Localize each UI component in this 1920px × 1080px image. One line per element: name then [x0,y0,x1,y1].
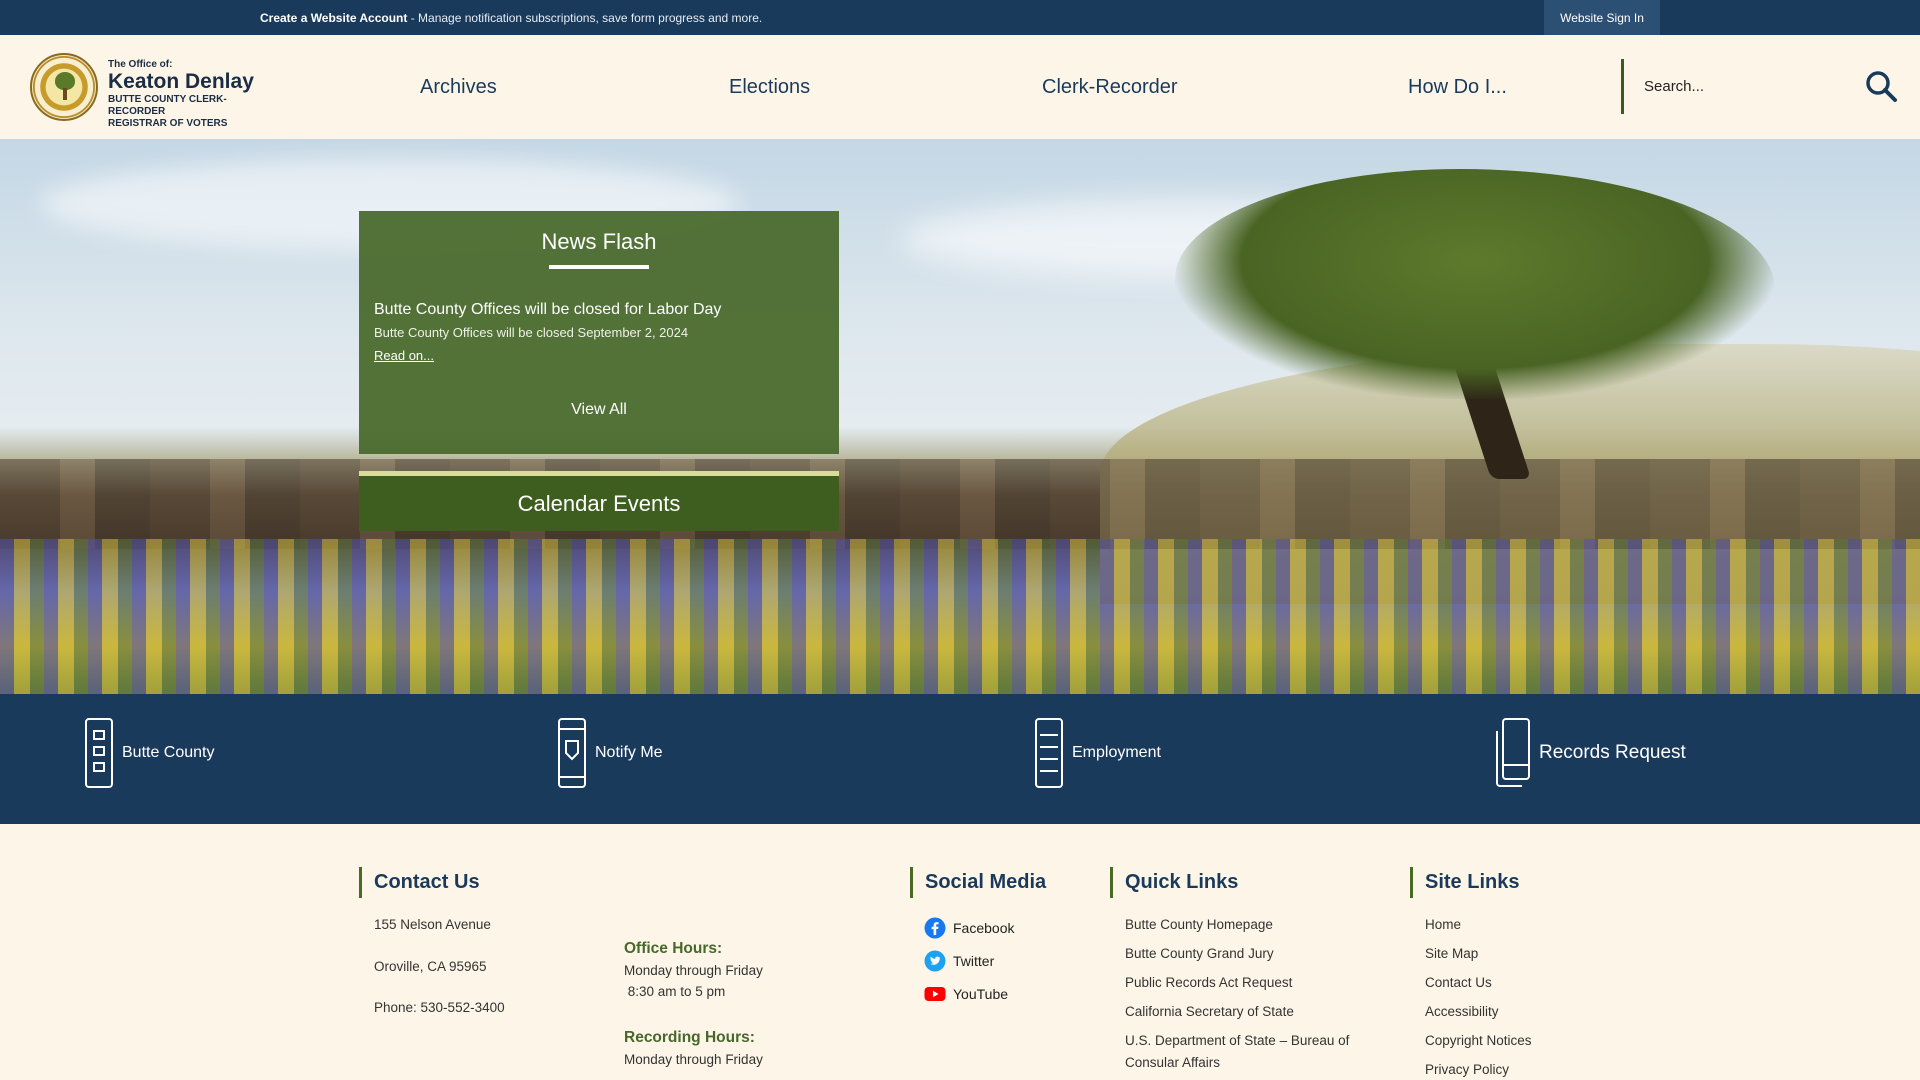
office-hours-days: Monday through Friday [624,963,763,978]
county-seal-icon [30,53,98,121]
office-hours-title: Office Hours: [624,940,723,957]
news-view-all-link[interactable]: View All [359,401,839,419]
nav-label: How Do I... [1408,75,1507,98]
nav-archives[interactable]: Archives [420,35,497,139]
create-account-notice: Create a Website Account - Manage notifi… [260,11,762,25]
footer-site-link[interactable]: Site Map [1425,946,1478,961]
hero-tree-canopy [1175,169,1775,399]
news-flash-title: News Flash [541,229,657,254]
contact-address-line2: Oroville, CA 95965 [374,959,487,974]
contact-phone: Phone: 530-552-3400 [374,1000,505,1015]
nav-clerk-recorder[interactable]: Clerk-Recorder [1042,35,1178,139]
footer-quick-link[interactable]: Butte County Grand Jury [1125,946,1274,961]
recording-hours-days: Monday through Friday [624,1052,763,1067]
social-twitter-link[interactable]: Twitter [924,950,994,972]
quick-link-label: Notify Me [595,744,663,761]
nav-label: Archives [420,75,497,98]
news-flash-panel: News Flash Butte County Offices will be … [359,211,839,454]
footer-quick-link[interactable]: U.S. Department of State – Bureau of [1125,1033,1349,1048]
footer-contact-heading: Contact Us [359,867,539,898]
footer-site-link[interactable]: Privacy Policy [1425,1062,1509,1077]
nav-elections[interactable]: Elections [729,35,810,139]
logo-name: Keaton Denlay [108,70,254,93]
create-account-description: - Manage notification subscriptions, sav… [407,11,763,25]
calendar-events-title: Calendar Events [517,491,681,516]
news-read-on-link[interactable]: Read on... [374,348,434,363]
records-icon [1496,718,1530,787]
quick-link-label: Employment [1072,744,1161,761]
search-box [1621,59,1905,114]
footer-quick-link[interactable]: Public Records Act Request [1125,975,1292,990]
calendar-events-panel[interactable]: Calendar Events [359,471,839,531]
quick-link-label: Butte County [122,744,215,761]
quick-links-bar: Butte County Notify Me Employment Record… [0,694,1920,824]
building-icon [85,718,113,788]
logo-office-of: The Office of: [108,59,173,70]
twitter-icon [924,950,946,972]
recording-hours-title: Recording Hours: [624,1029,755,1046]
social-label: YouTube [953,986,1009,1002]
logo-text: The Office of: Keaton Denlay BUTTE COUNT… [108,59,280,130]
social-label: Facebook [953,920,1015,936]
nav-how-do-i[interactable]: How Do I... [1408,35,1507,139]
news-summary: Butte County Offices will be closed Sept… [374,325,689,340]
logo-registrar: REGISTRAR OF VOTERS [108,118,228,129]
news-headline-link[interactable]: Butte County Offices will be closed for … [374,301,721,319]
quick-link-employment[interactable]: Employment [1034,716,1161,790]
footer-quick-link[interactable]: Butte County Homepage [1125,917,1273,932]
search-button[interactable] [1864,69,1898,103]
footer-quick-link[interactable]: Consular Affairs [1125,1055,1220,1070]
hero-rocks [0,459,1920,549]
footer-site-link[interactable]: Contact Us [1425,975,1492,990]
footer-site-link[interactable]: Copyright Notices [1425,1033,1532,1048]
logo-department: BUTTE COUNTY CLERK-RECORDER [108,94,227,117]
facebook-icon [924,917,946,939]
contact-address-line1: 155 Nelson Avenue [374,917,491,932]
site-logo[interactable]: The Office of: Keaton Denlay BUTTE COUNT… [30,51,280,129]
footer-social-heading: Social Media [910,867,1090,898]
quick-link-label: Records Request [1539,742,1686,763]
search-input[interactable] [1644,71,1844,101]
quick-link-butte-county[interactable]: Butte County [84,716,215,790]
footer-quick-links-heading: Quick Links [1110,867,1330,898]
social-label: Twitter [953,953,995,969]
site-footer: Contact Us 155 Nelson Avenue Oroville, C… [0,824,1920,1080]
website-sign-in-button[interactable]: Website Sign In [1544,0,1660,35]
footer-site-link[interactable]: Accessibility [1425,1004,1499,1019]
office-hours-time: 8:30 am to 5 pm [624,984,726,999]
top-bar: Create a Website Account - Manage notifi… [0,0,1920,35]
create-account-link[interactable]: Create a Website Account [260,11,407,25]
social-facebook-link[interactable]: Facebook [924,917,1014,939]
youtube-icon [924,987,946,1001]
footer-quick-link[interactable]: California Secretary of State [1125,1004,1294,1019]
site-header: The Office of: Keaton Denlay BUTTE COUNT… [0,35,1920,139]
nav-label: Clerk-Recorder [1042,75,1178,98]
social-youtube-link[interactable]: YouTube [924,983,1008,1005]
hero-wildflowers [0,539,1920,699]
search-icon [1866,71,1897,102]
nav-label: Elections [729,75,811,98]
footer-site-links-heading: Site Links [1410,867,1630,898]
quick-link-notify-me[interactable]: Notify Me [557,716,663,790]
notify-icon [558,718,586,788]
news-flash-divider [549,265,649,269]
quick-link-records-request[interactable]: Records Request [1495,716,1686,790]
footer-site-link[interactable]: Home [1425,917,1461,932]
employment-icon [1035,718,1063,788]
